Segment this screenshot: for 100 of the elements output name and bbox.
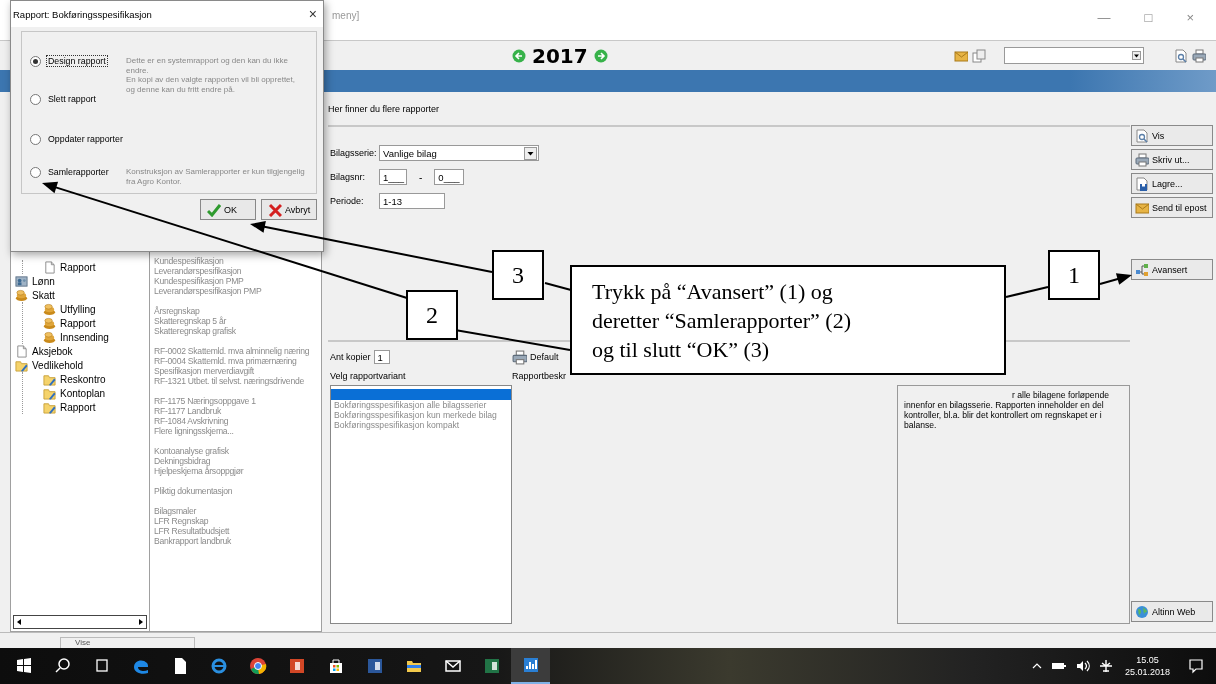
copy-icon[interactable] — [972, 48, 986, 63]
input-field[interactable]: 1-13 — [379, 193, 445, 209]
preview-icon[interactable] — [1174, 48, 1188, 63]
report-link[interactable]: LFR Regnskap — [154, 516, 209, 526]
report-link[interactable]: RF-0004 Skattemld. mva primærnæring — [154, 356, 297, 366]
field-label: Bilagsserie: — [330, 148, 375, 158]
folder-icon — [43, 372, 56, 386]
action-button[interactable]: Skriv ut... — [1131, 149, 1213, 170]
report-link[interactable]: RF-1177 Landbruk — [154, 406, 222, 416]
report-link[interactable]: Bankrapport landbruk — [154, 536, 232, 546]
action-button[interactable]: Vis — [1131, 125, 1213, 146]
field-label: Periode: — [330, 196, 365, 206]
list-item[interactable]: Bokføringsspesifikasjon alle bilagsserier — [331, 400, 511, 410]
leader-line — [1005, 286, 1049, 298]
tree-item[interactable]: Innsending — [60, 331, 109, 343]
report-link[interactable]: Kontoanalyse grafisk — [154, 446, 229, 456]
tree-item[interactable]: Skatt — [32, 289, 55, 301]
airplane-icon[interactable] — [1098, 659, 1113, 673]
tree-item[interactable]: Lønn — [32, 275, 55, 287]
intro-text: Her finner du flere rapporter — [328, 103, 440, 114]
ok-button[interactable]: OK — [200, 199, 256, 220]
close-button[interactable]: × — [308, 6, 317, 22]
range-separator: - — [419, 171, 423, 183]
maximize-button[interactable]: □ — [1144, 10, 1153, 25]
printer-label: Default — [530, 352, 559, 362]
report-link[interactable]: Flere ligningsskjema... — [154, 426, 234, 436]
field-label: Bilagsnr: — [330, 172, 366, 182]
tree-item[interactable]: Kontoplan — [60, 387, 106, 399]
tree-item[interactable]: Rapport — [60, 401, 96, 413]
coins-icon — [43, 302, 56, 316]
window-title: meny] — [332, 10, 360, 21]
document-icon — [15, 344, 28, 358]
dialog-title: Rapport: Bokføringsspesifikasjon — [13, 8, 152, 20]
report-link[interactable]: Bilagsmaler — [154, 506, 197, 516]
action-button[interactable]: Avansert — [1131, 259, 1213, 280]
section-label: Velg rapportvariant — [330, 371, 407, 381]
option-label[interactable]: Design rapport — [47, 56, 107, 66]
option-description: Konstruksjon av Samlerapporter er kun tilgjengelig fra Agro Kontor. — [126, 166, 306, 188]
report-link[interactable]: Kundespesifikasjon PMP — [154, 276, 244, 286]
report-link[interactable]: Leverandørspesifikasjon — [154, 266, 242, 276]
option-label[interactable]: Slett rapport — [47, 94, 97, 104]
speaker-icon[interactable] — [1074, 660, 1091, 672]
combo-box[interactable] — [1004, 47, 1144, 64]
option-label[interactable]: Samlerapporter — [47, 167, 110, 177]
report-link[interactable]: Hjelpeskjema årsoppgjør — [154, 466, 244, 476]
report-link[interactable]: RF-1321 Utbet. til selvst. næringsdrivende — [154, 376, 304, 386]
envelope-icon[interactable] — [954, 48, 968, 63]
option-label[interactable]: Oppdater rapporter — [47, 134, 124, 144]
taskbar-app[interactable] — [511, 648, 550, 684]
action-button[interactable]: Send til epost — [1131, 197, 1213, 218]
notification-icon[interactable] — [1188, 658, 1204, 674]
radio-button[interactable] — [30, 94, 41, 105]
minimize-button[interactable]: — — [1097, 10, 1111, 25]
network-icon — [1135, 262, 1149, 277]
report-link[interactable]: Skatteregnskap 5 år — [154, 316, 227, 326]
dropdown-caret-icon — [1132, 51, 1141, 60]
report-link[interactable]: RF-1175 Næringsoppgave 1 — [154, 396, 256, 406]
report-link[interactable]: Skatteregnskap grafisk — [154, 326, 236, 336]
report-link[interactable]: Leverandørspesifikasjon PMP — [154, 286, 262, 296]
report-link[interactable]: RF-0002 Skattemld. mva alminnelig næring — [154, 346, 310, 356]
next-arrow-icon[interactable] — [593, 48, 608, 63]
tree-item[interactable]: Reskontro — [60, 373, 106, 385]
printer-icon — [1135, 152, 1149, 167]
tree-item[interactable]: Rapport — [60, 261, 96, 273]
battery-icon[interactable] — [1050, 660, 1067, 672]
printer-icon[interactable] — [512, 349, 527, 365]
tree-item[interactable]: Rapport — [60, 317, 96, 329]
list-item[interactable]: Bokføringsspesifikasjon kun merkede bilag — [331, 410, 511, 420]
tree-item[interactable]: Vedlikehold — [32, 359, 84, 371]
tree-item[interactable]: Utfylling — [60, 303, 96, 315]
radio-button[interactable] — [30, 167, 41, 178]
clock[interactable]: 15.05 25.01.2018 — [1124, 654, 1170, 678]
action-button[interactable]: Altinn Web — [1131, 601, 1213, 622]
input-field[interactable]: 0___ — [434, 169, 465, 185]
dropdown[interactable]: Vanlige bilag — [379, 145, 539, 161]
radio-button[interactable] — [30, 56, 41, 67]
radio-button[interactable] — [30, 134, 41, 145]
dropdown-caret-icon — [524, 146, 537, 160]
folder-icon — [43, 400, 56, 414]
callout-text: Trykk på “Avansert” (1) og deretter “Samlerapporter” (2) og til slutt “OK” (3) — [570, 265, 1006, 375]
input-field[interactable]: 1___ — [379, 169, 407, 185]
step-number: 1 — [1048, 250, 1100, 300]
report-link[interactable]: Kundespesifikasjon — [154, 256, 224, 266]
previous-arrow-icon[interactable] — [512, 48, 526, 63]
tree-item[interactable]: Aksjebok — [32, 345, 73, 357]
list-item[interactable]: Bokføringsspesifikasjon kompakt — [331, 420, 511, 430]
printer-icon[interactable] — [1192, 48, 1206, 63]
scrollbar[interactable] — [13, 615, 147, 629]
action-button[interactable]: Lagre... — [1131, 173, 1213, 194]
report-link[interactable]: LFR Resultatbudsjett — [154, 526, 230, 536]
report-link[interactable]: Årsregnskap — [154, 306, 200, 316]
variant-list[interactable]: Bokføringsspesifikasjon alle bilagsserier Bokføringsspesifikasjon kun merkede bilag Bokføringsspesifikasjon kompakt — [330, 385, 512, 624]
report-link[interactable]: Dekningsbidrag — [154, 456, 211, 466]
report-link[interactable]: Spesifikasjon merverdiavgift — [154, 366, 254, 376]
close-button[interactable]: × — [1186, 10, 1194, 25]
check-icon — [207, 202, 221, 217]
cancel-button[interactable]: Avbryt — [261, 199, 317, 220]
report-link[interactable]: Pliktig dokumentasjon — [154, 486, 233, 496]
report-link[interactable]: RF-1084 Avskrivning — [154, 416, 229, 426]
input-field[interactable]: 1 — [373, 350, 390, 364]
